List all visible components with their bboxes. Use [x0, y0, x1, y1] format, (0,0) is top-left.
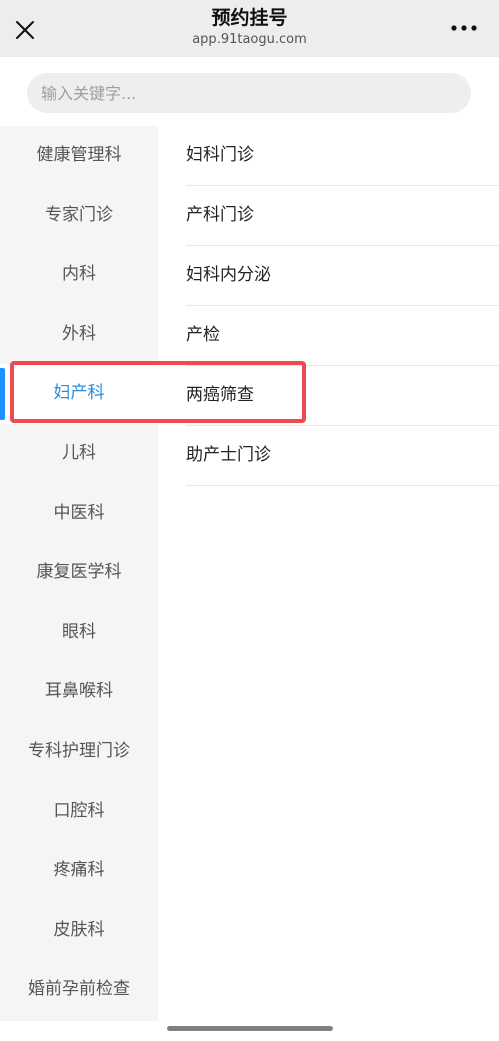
sidebar-item-label: 皮肤科	[53, 919, 105, 940]
sidebar-item-label: 儿科	[62, 442, 96, 463]
list-item-label: 助产士门诊	[186, 445, 271, 465]
sidebar-item-stomatology[interactable]: 口腔科	[0, 782, 158, 842]
home-indicator	[167, 1026, 333, 1031]
close-button[interactable]	[8, 10, 40, 48]
sidebar-item-surgery[interactable]: 外科	[0, 305, 158, 365]
sidebar-item-label: 妇产科	[53, 383, 105, 404]
sidebar-item-health-management[interactable]: 健康管理科	[0, 126, 158, 186]
sidebar-item-label: 耳鼻喉科	[45, 681, 113, 702]
sidebar-item-label: 婚前孕前检查	[28, 979, 130, 1000]
page-domain: app.91taogu.com	[192, 32, 307, 47]
sidebar-item-obstetrics-gynecology[interactable]: 妇产科	[0, 364, 158, 424]
more-icon	[451, 25, 477, 31]
sidebar-item-pain-clinic[interactable]: 疼痛科	[0, 841, 158, 901]
active-indicator	[0, 368, 5, 421]
sidebar-item-premarital-check[interactable]: 婚前孕前检查	[0, 960, 158, 1020]
list-item-label: 产科门诊	[186, 205, 254, 225]
sidebar-item-tcm[interactable]: 中医科	[0, 484, 158, 544]
close-icon	[16, 21, 34, 39]
sidebar-item-label: 口腔科	[53, 800, 105, 821]
sidebar-item-ent[interactable]: 耳鼻喉科	[0, 662, 158, 722]
sidebar-item-label: 中医科	[53, 502, 105, 523]
sub-department-list: 妇科门诊 产科门诊 妇科内分泌 产检 两癌筛查 助产士门诊	[186, 126, 499, 486]
sidebar-item-label: 眼科	[62, 621, 96, 642]
sidebar-item-dermatology[interactable]: 皮肤科	[0, 901, 158, 961]
sidebar-item-rehabilitation[interactable]: 康复医学科	[0, 543, 158, 603]
sidebar-item-pediatrics[interactable]: 儿科	[0, 424, 158, 484]
search-area	[0, 57, 499, 126]
sidebar-item-label: 内科	[62, 264, 96, 285]
sidebar-item-ophthalmology[interactable]: 眼科	[0, 603, 158, 663]
sidebar-item-label: 专科护理门诊	[28, 740, 130, 761]
list-item-prenatal-checkup[interactable]: 产检	[186, 306, 499, 366]
list-item-gynecology-clinic[interactable]: 妇科门诊	[186, 126, 499, 186]
sidebar-item-specialty-nursing[interactable]: 专科护理门诊	[0, 722, 158, 782]
page: 预约挂号 app.91taogu.com 健康管理科 专家门诊 内科 外科 妇产…	[0, 0, 499, 1041]
sidebar-item-label: 健康管理科	[36, 145, 122, 165]
department-sidebar: 健康管理科 专家门诊 内科 外科 妇产科 儿科 中医科 康复医学科 眼科 耳鼻喉…	[0, 126, 158, 1021]
sidebar-item-label: 外科	[62, 323, 96, 344]
sidebar-item-label: 康复医学科	[36, 562, 122, 583]
list-item-label: 妇科内分泌	[186, 265, 271, 285]
more-button[interactable]	[449, 15, 481, 41]
sidebar-item-label: 专家门诊	[45, 204, 113, 225]
list-item-label: 妇科门诊	[186, 145, 254, 165]
list-item-label: 两癌筛查	[186, 385, 254, 405]
list-item-gynecologic-endocrinology[interactable]: 妇科内分泌	[186, 246, 499, 306]
sidebar-item-internal-medicine[interactable]: 内科	[0, 245, 158, 305]
sidebar-item-expert-clinic[interactable]: 专家门诊	[0, 186, 158, 246]
sidebar-item-label: 疼痛科	[53, 860, 105, 881]
list-item-obstetrics-clinic[interactable]: 产科门诊	[186, 186, 499, 246]
search-input[interactable]	[27, 73, 471, 113]
header-bar: 预约挂号 app.91taogu.com	[0, 0, 499, 57]
page-title: 预约挂号	[211, 7, 288, 29]
list-item-midwife-clinic[interactable]: 助产士门诊	[186, 426, 499, 486]
title-block: 预约挂号 app.91taogu.com	[120, 6, 379, 49]
list-item-two-cancer-screening[interactable]: 两癌筛查	[186, 366, 499, 426]
list-item-label: 产检	[186, 325, 220, 345]
